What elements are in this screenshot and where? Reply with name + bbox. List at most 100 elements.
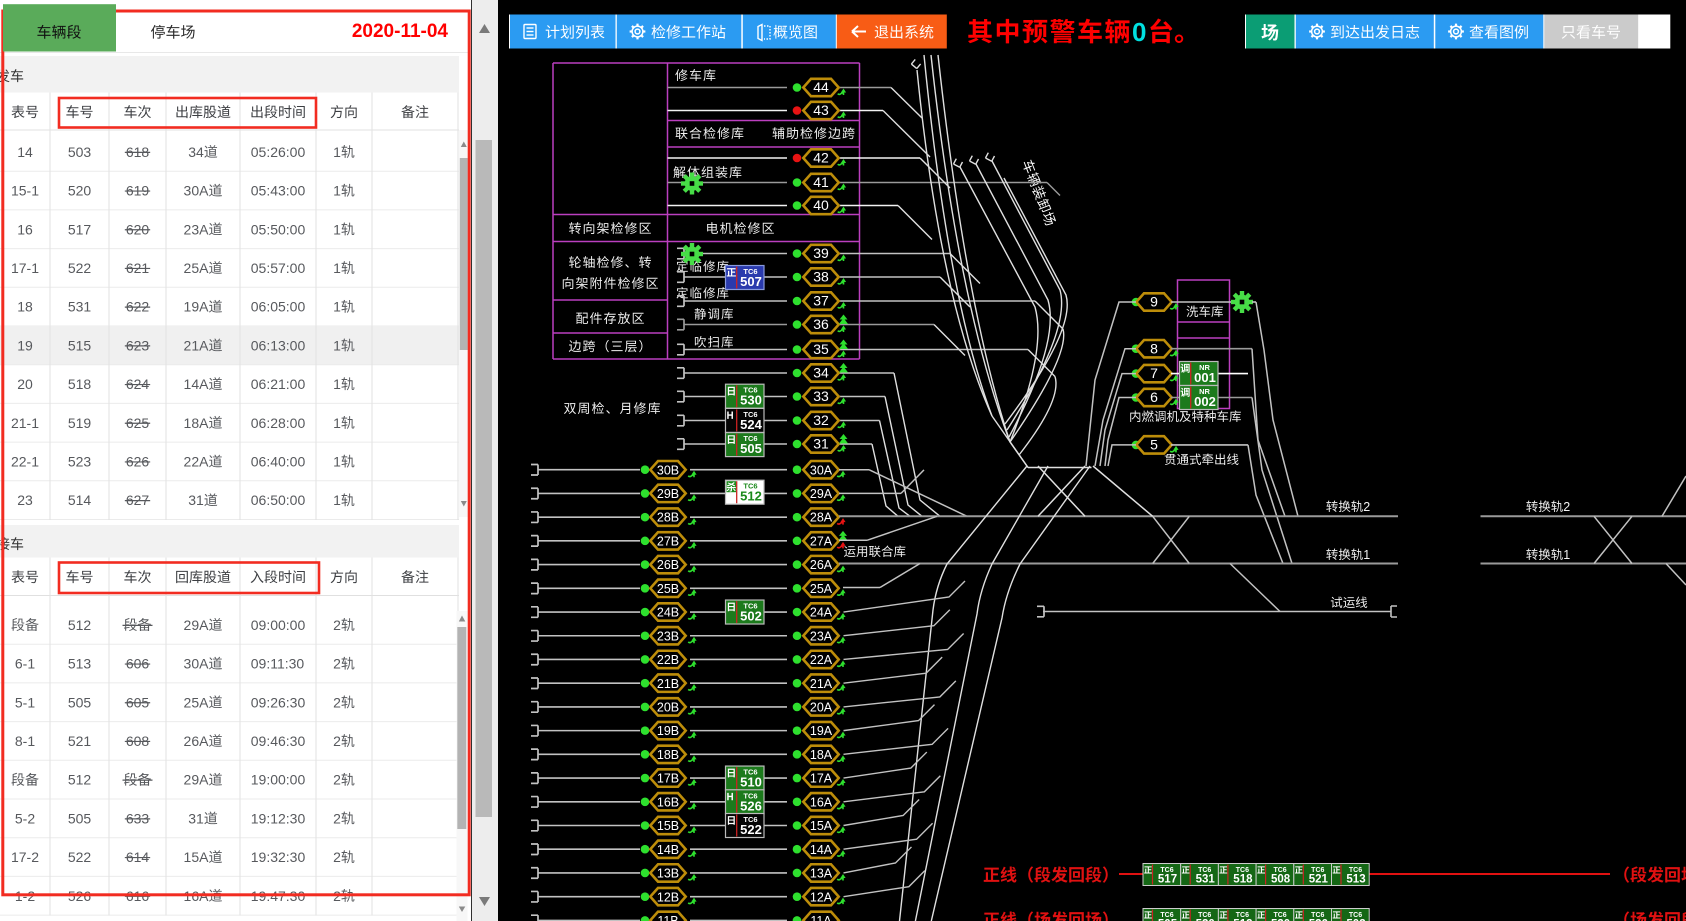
svg-text:23: 23 bbox=[17, 492, 33, 508]
svg-text:21B: 21B bbox=[657, 677, 679, 691]
svg-text:30B: 30B bbox=[657, 463, 679, 477]
svg-text:17A: 17A bbox=[810, 772, 833, 786]
svg-text:508: 508 bbox=[1271, 874, 1291, 886]
svg-text:22B: 22B bbox=[657, 653, 679, 667]
svg-text:30A: 30A bbox=[184, 656, 210, 672]
svg-text:521: 521 bbox=[1309, 874, 1329, 886]
svg-text:29A: 29A bbox=[184, 772, 210, 788]
svg-text:513: 513 bbox=[1346, 874, 1365, 886]
svg-text:26A: 26A bbox=[184, 733, 210, 749]
svg-text:502: 502 bbox=[740, 609, 762, 624]
svg-text:2: 2 bbox=[333, 694, 341, 710]
svg-text:512: 512 bbox=[68, 772, 92, 788]
svg-text:34: 34 bbox=[188, 144, 204, 160]
svg-text:26B: 26B bbox=[657, 558, 679, 572]
svg-text:17-2: 17-2 bbox=[11, 849, 39, 865]
svg-text:5-2: 5-2 bbox=[15, 810, 35, 826]
svg-text:06:50:00: 06:50:00 bbox=[251, 492, 306, 508]
svg-text:18A: 18A bbox=[184, 415, 210, 431]
svg-text:05:43:00: 05:43:00 bbox=[251, 183, 306, 199]
svg-text:25B: 25B bbox=[657, 582, 679, 596]
svg-text:531: 531 bbox=[1196, 874, 1216, 886]
svg-text:28A: 28A bbox=[810, 511, 833, 525]
svg-text:19A: 19A bbox=[810, 724, 833, 738]
svg-text:32: 32 bbox=[813, 412, 829, 428]
svg-text:23A: 23A bbox=[810, 629, 833, 643]
svg-text:05:50:00: 05:50:00 bbox=[251, 221, 306, 237]
svg-text:14A: 14A bbox=[810, 843, 833, 857]
svg-text:14A: 14A bbox=[184, 376, 210, 392]
svg-text:2: 2 bbox=[1363, 500, 1370, 514]
svg-text:1: 1 bbox=[333, 299, 341, 315]
svg-text:5: 5 bbox=[1150, 437, 1158, 453]
svg-text:5-1: 5-1 bbox=[15, 694, 35, 710]
svg-text:18: 18 bbox=[17, 299, 33, 315]
svg-text:17B: 17B bbox=[657, 772, 679, 786]
svg-text:16A: 16A bbox=[810, 795, 833, 809]
svg-text:518: 518 bbox=[68, 376, 92, 392]
svg-text:21-1: 21-1 bbox=[11, 415, 39, 431]
svg-text:34: 34 bbox=[813, 365, 829, 381]
svg-text:31: 31 bbox=[813, 436, 829, 452]
svg-text:23A: 23A bbox=[184, 221, 210, 237]
svg-text:25A: 25A bbox=[810, 582, 833, 596]
svg-text:21A: 21A bbox=[184, 337, 210, 353]
svg-text:09:00:00: 09:00:00 bbox=[251, 617, 306, 633]
svg-text:35: 35 bbox=[813, 341, 829, 357]
svg-text:0: 0 bbox=[1132, 17, 1146, 47]
svg-text:15A: 15A bbox=[810, 819, 833, 833]
svg-text:30A: 30A bbox=[810, 463, 833, 477]
svg-text:31: 31 bbox=[188, 492, 204, 508]
svg-text:2: 2 bbox=[333, 772, 341, 788]
svg-text:531: 531 bbox=[68, 299, 92, 315]
svg-text:06:40:00: 06:40:00 bbox=[251, 453, 306, 469]
svg-text:1: 1 bbox=[333, 453, 341, 469]
svg-text:1: 1 bbox=[1563, 548, 1570, 562]
svg-text:11B: 11B bbox=[657, 914, 678, 921]
svg-text:1: 1 bbox=[333, 337, 341, 353]
svg-text:1: 1 bbox=[333, 183, 341, 199]
svg-text:510: 510 bbox=[740, 775, 762, 790]
svg-text:06:28:00: 06:28:00 bbox=[251, 415, 306, 431]
svg-text:06:13:00: 06:13:00 bbox=[251, 337, 306, 353]
svg-text:36: 36 bbox=[813, 316, 829, 332]
svg-text:22A: 22A bbox=[184, 453, 210, 469]
svg-text:37: 37 bbox=[813, 293, 829, 309]
svg-text:18B: 18B bbox=[657, 748, 679, 762]
svg-text:517: 517 bbox=[1158, 874, 1177, 886]
svg-text:2: 2 bbox=[333, 733, 341, 749]
svg-text:521: 521 bbox=[68, 733, 92, 749]
svg-text:9: 9 bbox=[1150, 294, 1158, 310]
svg-text:1: 1 bbox=[333, 492, 341, 508]
svg-text:15B: 15B bbox=[657, 819, 679, 833]
svg-text:505: 505 bbox=[740, 441, 762, 456]
svg-text:11A: 11A bbox=[810, 914, 832, 921]
svg-text:31: 31 bbox=[188, 810, 204, 826]
svg-text:15A: 15A bbox=[184, 849, 210, 865]
svg-text:22A: 22A bbox=[810, 653, 833, 667]
svg-text:517: 517 bbox=[68, 221, 92, 237]
svg-text:1: 1 bbox=[333, 221, 341, 237]
svg-text:29A: 29A bbox=[184, 617, 210, 633]
svg-text:514: 514 bbox=[68, 492, 92, 508]
svg-text:17-1: 17-1 bbox=[11, 260, 39, 276]
svg-text:513: 513 bbox=[68, 656, 92, 672]
svg-text:19:12:30: 19:12:30 bbox=[251, 810, 306, 826]
svg-text:002: 002 bbox=[1194, 394, 1216, 409]
svg-text:23B: 23B bbox=[657, 629, 679, 643]
svg-text:6: 6 bbox=[1150, 389, 1158, 405]
svg-text:6-1: 6-1 bbox=[15, 656, 35, 672]
svg-text:19B: 19B bbox=[657, 724, 679, 738]
svg-text:1: 1 bbox=[333, 376, 341, 392]
svg-text:24A: 24A bbox=[810, 606, 833, 620]
svg-text:27B: 27B bbox=[657, 534, 679, 548]
svg-text:519: 519 bbox=[68, 415, 92, 431]
svg-text:515: 515 bbox=[68, 337, 92, 353]
svg-text:39: 39 bbox=[813, 245, 829, 261]
svg-text:12B: 12B bbox=[657, 890, 679, 904]
svg-text:2: 2 bbox=[333, 849, 341, 865]
svg-text:512: 512 bbox=[740, 489, 762, 504]
svg-text:30A: 30A bbox=[184, 183, 210, 199]
svg-text:13A: 13A bbox=[810, 867, 833, 881]
svg-text:13B: 13B bbox=[657, 867, 679, 881]
